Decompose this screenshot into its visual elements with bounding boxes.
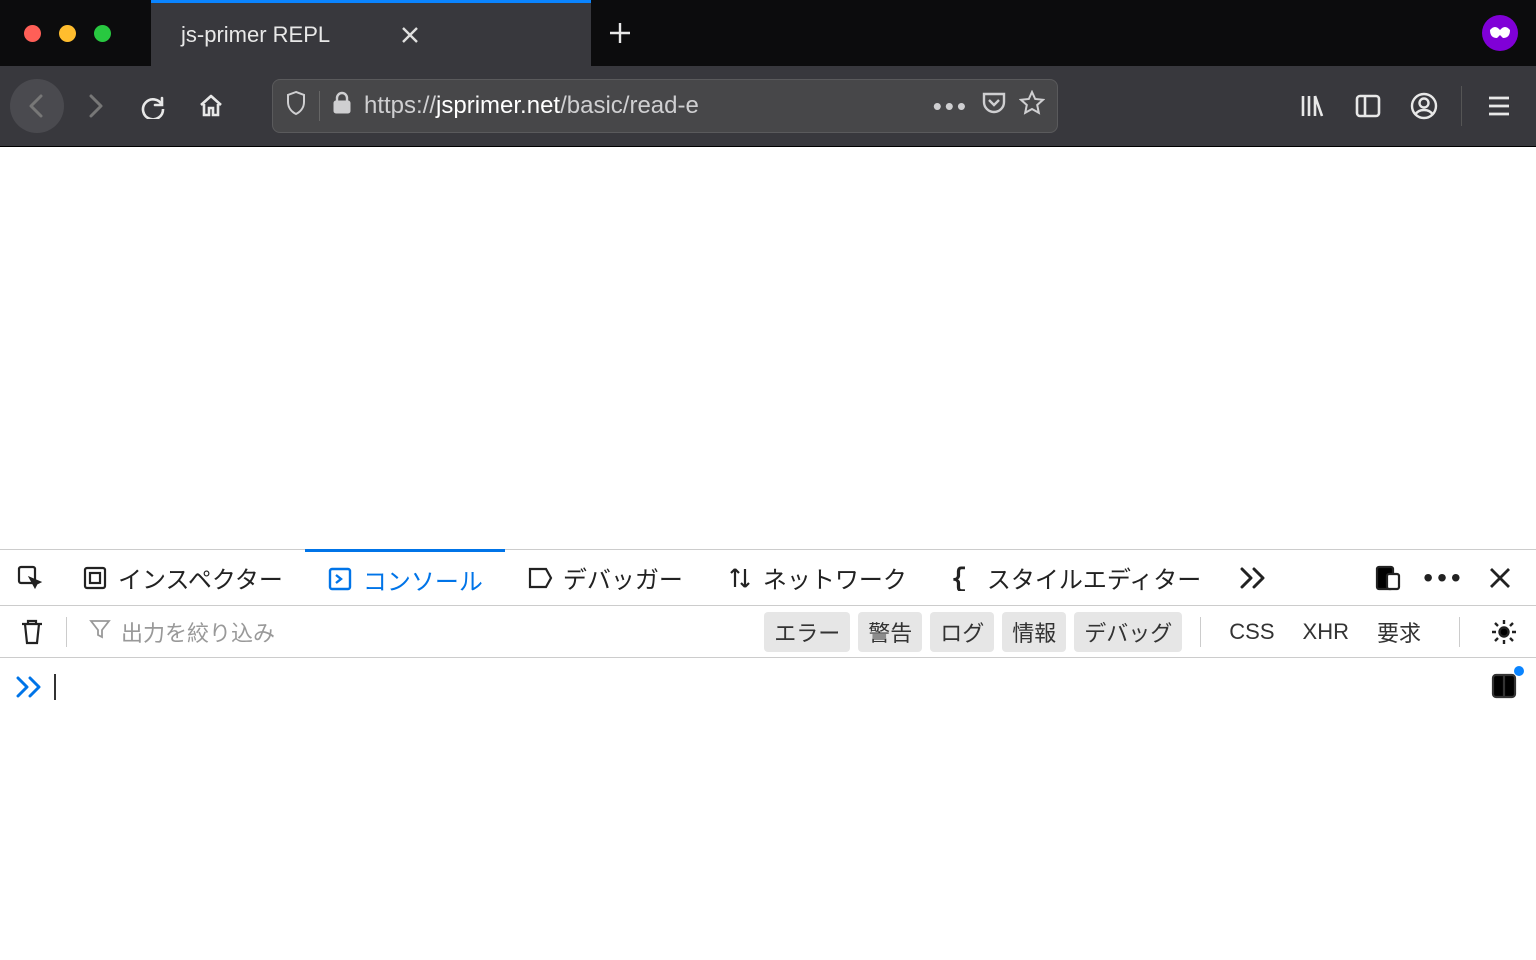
console-filter-placeholder: 出力を絞り込み: [121, 616, 275, 648]
shield-icon[interactable]: [285, 90, 307, 123]
tab-network-label: ネットワーク: [763, 560, 907, 595]
tab-style-editor[interactable]: { } スタイルエディター: [929, 550, 1223, 605]
pocket-icon[interactable]: [981, 90, 1007, 123]
app-menu-button[interactable]: [1472, 79, 1526, 133]
tab-debugger[interactable]: デバッガー: [505, 550, 705, 605]
window-controls: [0, 0, 151, 66]
navigation-toolbar: https://jsprimer.net/basic/read-e •••: [0, 66, 1536, 147]
library-icon[interactable]: [1285, 79, 1339, 133]
account-icon[interactable]: [1397, 79, 1451, 133]
filter-requests[interactable]: 要求: [1367, 612, 1431, 652]
devtools-close-button[interactable]: [1478, 556, 1522, 600]
url-text: https://jsprimer.net/basic/read-e: [364, 92, 921, 120]
clear-console-button[interactable]: [10, 610, 54, 654]
devtools-tab-bar: インスペクター コンソール デバッガー ネットワーク { } スタイルエディター…: [0, 550, 1536, 606]
devtools-overflow-button[interactable]: [1223, 550, 1283, 605]
tab-jsprimer-repl[interactable]: js-primer REPL: [151, 0, 591, 66]
window-minimize-button[interactable]: [59, 25, 76, 42]
console-filter-input[interactable]: 出力を絞り込み: [79, 616, 752, 648]
lock-icon[interactable]: [332, 91, 352, 122]
forward-button[interactable]: [68, 79, 122, 133]
reload-button[interactable]: [126, 79, 180, 133]
tab-debugger-label: デバッガー: [563, 560, 683, 595]
sidebar-icon[interactable]: [1341, 79, 1395, 133]
filter-debug[interactable]: デバッグ: [1074, 612, 1182, 652]
home-button[interactable]: [184, 79, 238, 133]
filter-warn[interactable]: 警告: [858, 612, 922, 652]
svg-text:{ }: { }: [951, 565, 977, 591]
console-level-filters: エラー 警告 ログ 情報 デバッグ CSS XHR 要求: [764, 612, 1437, 652]
private-browsing-icon: [1482, 15, 1518, 51]
responsive-design-button[interactable]: [1366, 556, 1410, 600]
browser-chrome: js-primer REPL: [0, 0, 1536, 147]
address-bar[interactable]: https://jsprimer.net/basic/read-e •••: [272, 79, 1058, 133]
devtools-panel: インスペクター コンソール デバッガー ネットワーク { } スタイルエディター…: [0, 549, 1536, 960]
filter-info[interactable]: 情報: [1002, 612, 1066, 652]
bookmark-star-icon[interactable]: [1019, 90, 1045, 123]
tab-console-label: コンソール: [363, 562, 483, 597]
funnel-icon: [89, 618, 111, 646]
window-close-button[interactable]: [24, 25, 41, 42]
tab-strip: js-primer REPL: [0, 0, 1536, 66]
tab-style-editor-label: スタイルエディター: [987, 560, 1201, 595]
console-filter-bar: 出力を絞り込み エラー 警告 ログ 情報 デバッグ CSS XHR 要求: [0, 606, 1536, 658]
filter-css[interactable]: CSS: [1219, 615, 1284, 649]
page-actions-icon[interactable]: •••: [933, 91, 969, 122]
new-tab-button[interactable]: [595, 0, 645, 66]
filter-log[interactable]: ログ: [930, 612, 994, 652]
tab-console[interactable]: コンソール: [305, 549, 505, 607]
multiline-editor-toggle[interactable]: [1486, 668, 1522, 704]
filter-xhr[interactable]: XHR: [1293, 615, 1359, 649]
console-prompt-icon: [16, 672, 42, 702]
console-body[interactable]: [0, 658, 1536, 960]
tab-network[interactable]: ネットワーク: [705, 550, 929, 605]
indicator-dot-icon: [1514, 666, 1524, 676]
filter-error[interactable]: エラー: [764, 612, 850, 652]
tab-inspector-label: インスペクター: [118, 560, 283, 595]
tab-title: js-primer REPL: [181, 22, 330, 48]
page-content: [0, 147, 1536, 549]
back-button[interactable]: [10, 79, 64, 133]
window-maximize-button[interactable]: [94, 25, 111, 42]
element-picker-button[interactable]: [0, 550, 60, 605]
tab-inspector[interactable]: インスペクター: [60, 550, 305, 605]
devtools-menu-button[interactable]: •••: [1422, 556, 1466, 600]
console-text-caret: [54, 674, 56, 700]
close-tab-icon[interactable]: [400, 25, 420, 45]
console-settings-button[interactable]: [1482, 610, 1526, 654]
